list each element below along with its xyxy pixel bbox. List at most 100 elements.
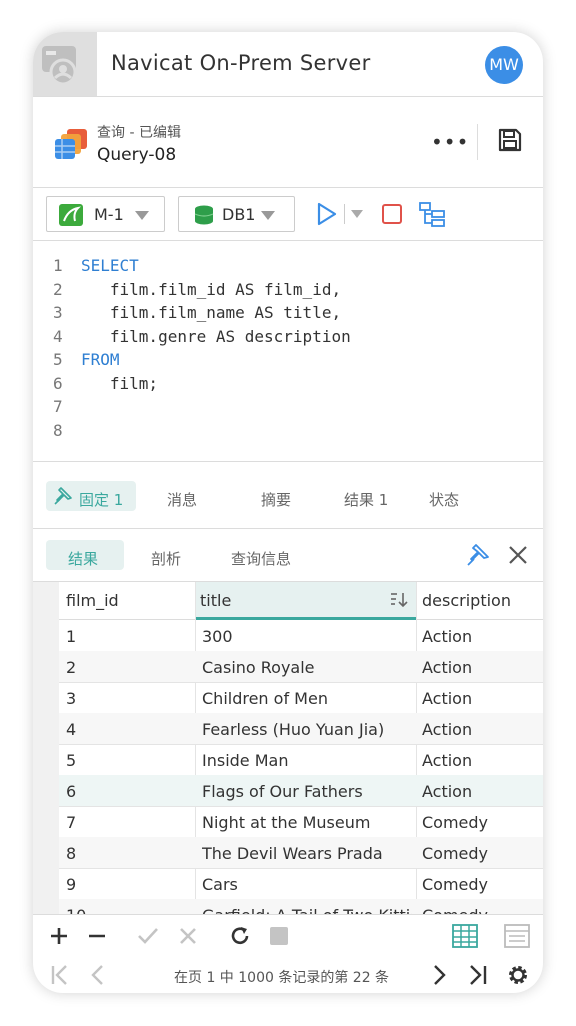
table-cell[interactable]: Children of Men [202,689,412,708]
table-cell[interactable]: 6 [66,782,186,801]
delete-record-button[interactable] [87,926,107,946]
table-cell[interactable]: 5 [66,751,186,770]
play-icon [317,202,337,226]
table-cell[interactable]: Action [422,782,537,801]
query-name: Query-08 [97,145,177,165]
table-row[interactable]: 3 Children of Men Action [59,682,543,714]
grid-edit-toolbar [33,914,543,957]
previous-page-button[interactable] [87,964,109,986]
sql-keyword: SELECT [81,256,139,275]
table-cell[interactable]: Flags of Our Fathers [202,782,412,801]
app-logo-icon [33,32,97,96]
tab-status[interactable]: 状态 [429,489,459,510]
table-cell[interactable]: 8 [66,844,186,863]
line-number: 8 [53,420,63,440]
query-status: 查询 - 已编辑 [97,125,181,141]
table-cell[interactable]: Action [422,751,537,770]
subtab-query-info[interactable]: 查询信息 [231,548,291,569]
line-number: 2 [53,279,63,299]
table-cell[interactable]: Action [422,689,537,708]
table-row[interactable]: 8 The Devil Wears Prada Comedy [59,837,543,869]
mysql-icon [59,204,83,226]
database-icon [194,205,214,225]
add-record-button[interactable] [49,926,69,946]
stop-loading-button[interactable] [270,927,288,945]
table-cell[interactable]: Comedy [422,906,537,914]
table-cell[interactable]: Cars [202,875,412,894]
pin-result-button[interactable] [466,543,490,567]
more-options-button[interactable]: ••• [431,130,469,154]
next-page-button[interactable] [428,964,450,986]
table-row[interactable]: 10 Garfield: A Tail of Two Kitties Comedy [59,899,543,914]
table-cell[interactable]: Comedy [422,875,537,894]
table-row[interactable]: 1 300 Action [59,620,543,652]
last-page-button[interactable] [467,964,489,986]
save-icon [498,128,522,152]
table-cell[interactable]: The Devil Wears Prada [202,844,412,863]
table-row[interactable]: 7 Night at the Museum Comedy [59,806,543,838]
avatar[interactable]: MW [485,46,523,84]
column-header-title[interactable]: title [195,582,416,620]
table-cell[interactable]: Inside Man [202,751,412,770]
app-window: Navicat On-Prem Server MW 查询 - 已编辑 Query… [33,32,543,993]
form-view-button[interactable] [503,922,531,950]
grid-view-button[interactable] [451,922,479,950]
table-cell[interactable]: Action [422,720,537,739]
table-row[interactable]: 9 Cars Comedy [59,868,543,900]
subtab-result[interactable]: 结果 [68,548,98,569]
code-line: film.genre AS description [81,326,351,346]
table-cell[interactable]: 10 [66,906,186,914]
line-number: 6 [53,373,63,393]
tab-messages[interactable]: 消息 [167,489,197,510]
connection-select[interactable]: M-1 [46,196,165,232]
settings-gear-icon[interactable] [506,963,530,987]
app-header: Navicat On-Prem Server MW [33,32,543,97]
discard-changes-button[interactable] [178,926,198,946]
table-row[interactable]: 4 Fearless (Huo Yuan Jia) Action [59,713,543,745]
chevron-down-icon [261,211,275,220]
column-header-film-id[interactable]: film_id [59,582,195,620]
tab-summary[interactable]: 摘要 [261,489,291,510]
query-toolbar: M-1 DB1 [33,188,543,241]
table-cell[interactable]: Comedy [422,844,537,863]
column-header-description[interactable]: description [416,582,543,620]
code-line: film; [81,373,159,393]
table-cell[interactable]: 1 [66,627,186,646]
result-subtabs: 结果 剖析 查询信息 [33,529,543,582]
table-cell[interactable]: Action [422,627,537,646]
table-cell[interactable]: Garfield: A Tail of Two Kitties [202,906,412,914]
apply-changes-button[interactable] [137,926,159,946]
result-tabs: 固定 1 消息 摘要 结果 1 状态 [33,462,543,529]
app-title: Navicat On-Prem Server [111,51,371,75]
table-cell[interactable]: 9 [66,875,186,894]
first-page-button[interactable] [49,964,71,986]
run-button[interactable] [316,202,338,226]
save-button[interactable] [497,127,523,153]
table-cell[interactable]: Casino Royale [202,658,412,677]
explain-button[interactable] [418,200,446,228]
table-row[interactable]: 2 Casino Royale Action [59,651,543,683]
table-cell[interactable]: 300 [202,627,412,646]
table-cell[interactable]: Night at the Museum [202,813,412,832]
sql-editor[interactable]: 1 SELECT 2 film.film_id AS film_id, 3 film.… [33,241,543,462]
sql-keyword: FROM [81,350,120,369]
table-row[interactable]: 6 Flags of Our Fathers Action [59,775,543,807]
table-row[interactable]: 5 Inside Man Action [59,744,543,776]
sort-icon [391,593,408,608]
table-cell[interactable]: Comedy [422,813,537,832]
table-cell[interactable]: 2 [66,658,186,677]
stop-button[interactable] [382,204,402,224]
refresh-button[interactable] [229,925,251,947]
pagination-bar: 在页 1 中 1000 条记录的第 22 条 [33,956,543,993]
query-header: 查询 - 已编辑 Query-08 ••• [33,97,543,188]
run-options-chevron-icon[interactable] [351,210,363,218]
close-button[interactable] [507,544,529,566]
tab-result-1[interactable]: 结果 1 [344,489,388,510]
table-cell[interactable]: 3 [66,689,186,708]
table-cell[interactable]: 7 [66,813,186,832]
database-select[interactable]: DB1 [178,196,295,232]
subtab-profile[interactable]: 剖析 [151,548,181,569]
table-cell[interactable]: Fearless (Huo Yuan Jia) [202,720,412,739]
table-cell[interactable]: 4 [66,720,186,739]
table-cell[interactable]: Action [422,658,537,677]
